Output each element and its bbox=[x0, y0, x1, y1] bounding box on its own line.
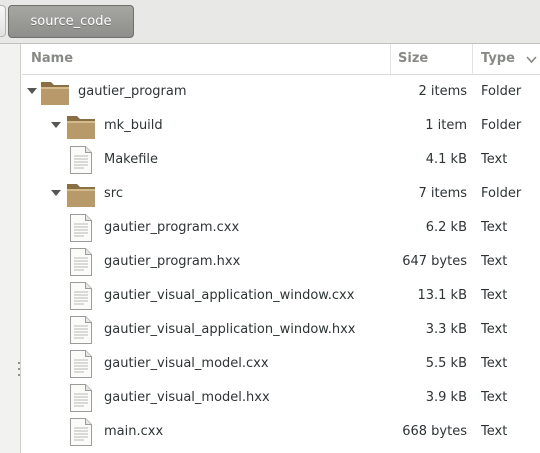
text-file-icon bbox=[69, 349, 93, 379]
item-name: main.cxx bbox=[104, 424, 164, 439]
item-name: gautier_visual_application_window.hxx bbox=[104, 322, 356, 337]
expander-arrow-icon[interactable] bbox=[51, 190, 61, 196]
file-row[interactable]: gautier_program.cxx 6.2 kB Text bbox=[22, 211, 540, 245]
item-type: Text bbox=[481, 390, 508, 405]
item-name: src bbox=[104, 186, 123, 201]
expander-arrow-icon[interactable] bbox=[27, 88, 37, 94]
sidebar-edge bbox=[0, 44, 21, 453]
item-size: 1 item bbox=[425, 118, 467, 133]
item-name: gautier_program bbox=[78, 84, 187, 99]
item-name: gautier_visual_application_window.cxx bbox=[104, 288, 355, 303]
item-type: Text bbox=[481, 152, 508, 167]
item-size: 6.2 kB bbox=[425, 220, 467, 235]
text-file-icon bbox=[69, 383, 93, 413]
file-row[interactable]: gautier_program.hxx 647 bytes Text bbox=[22, 245, 540, 279]
column-header-name[interactable]: Name bbox=[22, 44, 391, 74]
column-header-type-label: Type bbox=[481, 51, 515, 66]
item-size: 647 bytes bbox=[402, 254, 467, 269]
item-size: 13.1 kB bbox=[417, 288, 467, 303]
text-file-icon bbox=[69, 315, 93, 345]
text-file-icon bbox=[69, 247, 93, 277]
file-row[interactable]: main.cxx 668 bytes Text bbox=[22, 415, 540, 449]
item-type: Text bbox=[481, 322, 508, 337]
chevron-down-icon bbox=[526, 56, 537, 64]
text-file-icon bbox=[69, 213, 93, 243]
folder-row[interactable]: mk_build 1 item Folder bbox=[22, 109, 540, 143]
item-type: Text bbox=[481, 220, 508, 235]
folder-row[interactable]: src 7 items Folder bbox=[22, 177, 540, 211]
path-bar: source_code bbox=[0, 0, 540, 44]
item-size: 668 bytes bbox=[402, 424, 467, 439]
item-size: 2 items bbox=[418, 84, 467, 99]
item-type: Text bbox=[481, 288, 508, 303]
folder-icon bbox=[40, 78, 70, 106]
text-file-icon bbox=[69, 417, 93, 447]
item-name: gautier_program.cxx bbox=[104, 220, 240, 235]
file-row[interactable]: gautier_visual_application_window.hxx 3.3… bbox=[22, 313, 540, 347]
item-size: 7 items bbox=[418, 186, 467, 201]
file-row[interactable]: Makefile 4.1 kB Text bbox=[22, 143, 540, 177]
path-bar-left-arrow-button[interactable] bbox=[0, 5, 6, 37]
item-name: gautier_program.hxx bbox=[104, 254, 241, 269]
text-file-icon bbox=[69, 145, 93, 175]
file-row[interactable]: gautier_visual_model.cxx 5.5 kB Text bbox=[22, 347, 540, 381]
pane-resize-grip[interactable] bbox=[18, 362, 20, 384]
file-row[interactable]: gautier_visual_application_window.cxx 13.… bbox=[22, 279, 540, 313]
column-header-type[interactable]: Type bbox=[473, 44, 540, 74]
item-type: Text bbox=[481, 356, 508, 371]
item-type: Text bbox=[481, 424, 508, 439]
item-type: Folder bbox=[481, 84, 522, 99]
file-row[interactable]: gautier_visual_model.hxx 3.9 kB Text bbox=[22, 381, 540, 415]
text-file-icon bbox=[69, 281, 93, 311]
item-size: 3.9 kB bbox=[425, 390, 467, 405]
item-name: gautier_visual_model.hxx bbox=[104, 390, 270, 405]
item-type: Text bbox=[481, 254, 508, 269]
item-size: 3.3 kB bbox=[425, 322, 467, 337]
item-name: Makefile bbox=[104, 152, 159, 167]
folder-icon bbox=[66, 112, 96, 140]
item-size: 5.5 kB bbox=[425, 356, 467, 371]
column-headers: Name Size Type bbox=[22, 44, 540, 75]
item-name: gautier_visual_model.cxx bbox=[104, 356, 269, 371]
column-header-size[interactable]: Size bbox=[391, 44, 473, 74]
path-crumb-source-code[interactable]: source_code bbox=[8, 5, 134, 38]
item-name: mk_build bbox=[104, 118, 163, 133]
item-type: Folder bbox=[481, 186, 522, 201]
expander-arrow-icon[interactable] bbox=[51, 122, 61, 128]
file-list: gautier_program 2 items Folder mk_build 1 it… bbox=[22, 75, 540, 449]
folder-row[interactable]: gautier_program 2 items Folder bbox=[22, 75, 540, 109]
item-type: Folder bbox=[481, 118, 522, 133]
item-size: 4.1 kB bbox=[425, 152, 467, 167]
folder-icon bbox=[66, 180, 96, 208]
